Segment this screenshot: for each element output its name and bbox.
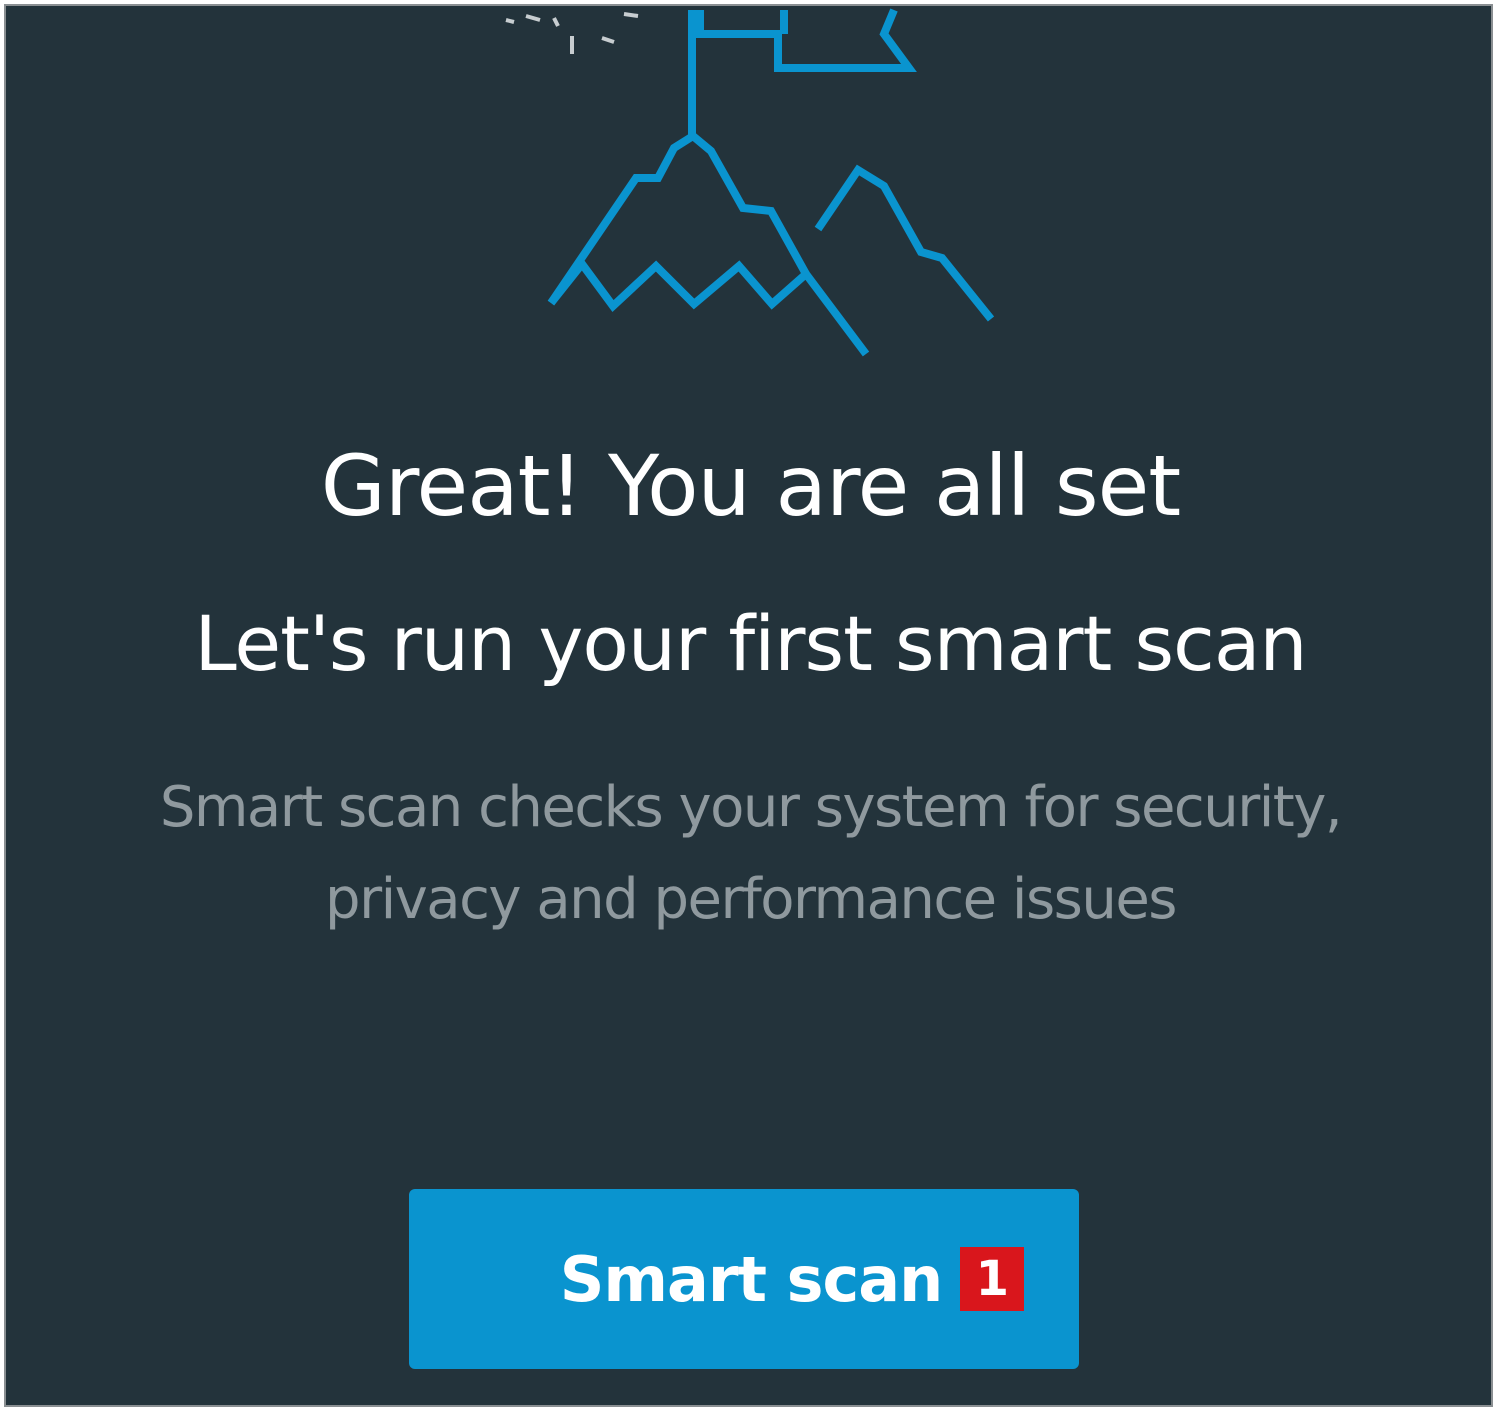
notification-badge: 1 [960, 1247, 1025, 1311]
smart-scan-label: Smart scan [559, 1242, 944, 1316]
page-subtitle: Let's run your first smart scan [194, 599, 1307, 688]
smart-scan-button[interactable]: Smart scan 1 [409, 1189, 1079, 1369]
welcome-panel: Great! You are all set Let's run your fi… [4, 4, 1493, 1407]
mountain-flag-icon [505, 8, 995, 357]
scan-description: Smart scan checks your system for securi… [159, 775, 1343, 932]
page-title: Great! You are all set [320, 437, 1182, 535]
